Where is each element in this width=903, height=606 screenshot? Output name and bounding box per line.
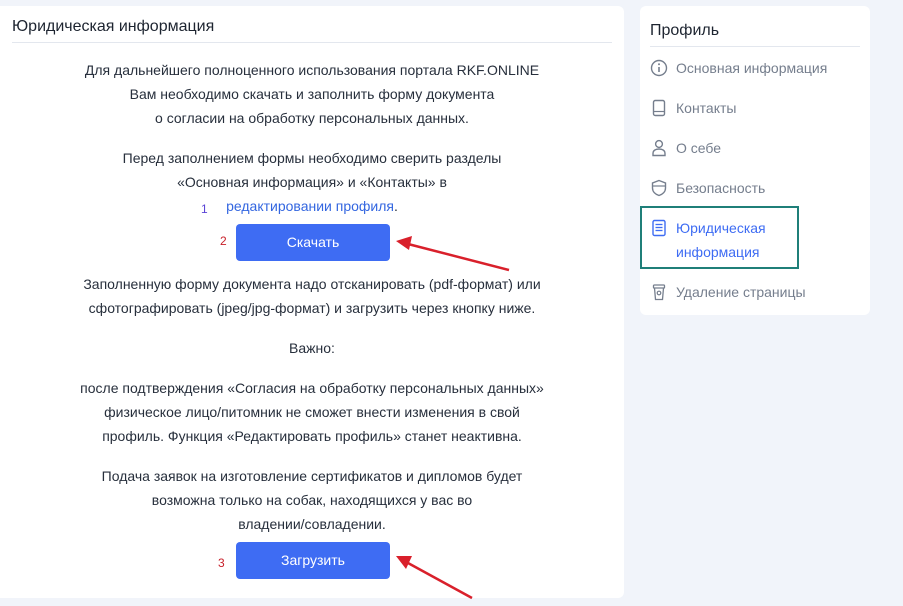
profile-sidebar: Профиль Основная информация Контакты О с… xyxy=(640,6,870,315)
document-icon xyxy=(652,219,666,237)
info-icon xyxy=(650,59,668,77)
arrow-upload xyxy=(407,561,473,600)
trash-icon xyxy=(652,284,666,301)
phone-icon xyxy=(652,99,666,117)
arrow-download xyxy=(407,242,510,272)
user-icon xyxy=(652,139,666,157)
arrow-download-head xyxy=(396,236,412,250)
shield-icon xyxy=(651,179,667,197)
sidebar-title: Профиль xyxy=(650,22,860,47)
